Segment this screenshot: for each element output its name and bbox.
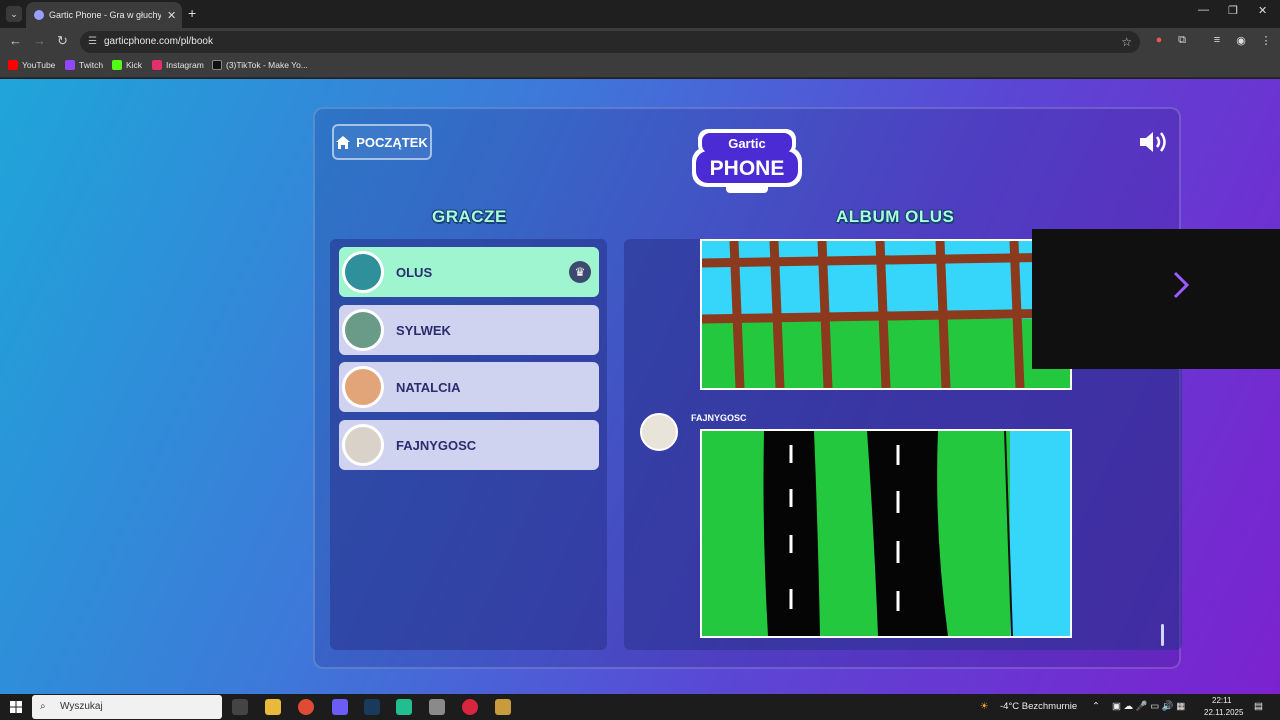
instagram-icon bbox=[152, 60, 162, 70]
youtube-icon bbox=[8, 60, 18, 70]
back-icon[interactable]: ← bbox=[9, 33, 22, 48]
tray-overflow-icon[interactable]: ⌃ bbox=[1092, 701, 1100, 712]
site-info-icon[interactable]: ☰ bbox=[88, 31, 97, 53]
bookmark-tiktok[interactable]: (3)TikTok - Make Yo... bbox=[212, 60, 308, 70]
app-icon[interactable] bbox=[396, 699, 412, 715]
clock-date[interactable]: 22.11.2025 bbox=[1204, 708, 1243, 717]
album-drawing-fence bbox=[700, 239, 1072, 390]
task-view-icon[interactable] bbox=[232, 699, 248, 715]
webcam-overlay bbox=[1032, 229, 1280, 369]
chrome-icon[interactable] bbox=[298, 699, 314, 715]
home-button[interactable]: POCZĄTEK bbox=[332, 124, 432, 160]
address-bar[interactable]: ☰ garticphone.com/pl/book ☆ bbox=[80, 31, 1140, 53]
menu-dots-icon[interactable]: ⋮ bbox=[1259, 34, 1273, 48]
tab-title: Gartic Phone - Gra w głuchy te bbox=[49, 10, 161, 20]
album-drawing-roads bbox=[700, 429, 1072, 638]
bookmark-youtube[interactable]: YouTube bbox=[8, 60, 55, 70]
profile-icon[interactable]: ◉ bbox=[1234, 34, 1248, 48]
next-chevron-icon[interactable] bbox=[1172, 270, 1190, 300]
player-name: NATALCIA bbox=[396, 379, 461, 395]
search-placeholder: Wyszukaj bbox=[60, 701, 103, 712]
player-name: SYLWEK bbox=[396, 322, 451, 338]
close-window-icon[interactable]: ✕ bbox=[1258, 4, 1267, 17]
twitch-icon bbox=[65, 60, 75, 70]
player-card-fajnygosc[interactable]: FAJNYGOSC bbox=[339, 420, 599, 470]
discord-icon[interactable] bbox=[332, 699, 348, 715]
kick-icon bbox=[112, 60, 122, 70]
restore-icon[interactable]: ❐ bbox=[1228, 4, 1238, 17]
tab-strip: ⌄ Gartic Phone - Gra w głuchy te ✕ + — ❐… bbox=[0, 0, 1280, 28]
taskbar-search[interactable]: ⌕ Wyszukaj bbox=[32, 695, 222, 719]
sound-icon[interactable] bbox=[1138, 129, 1170, 155]
avatar bbox=[342, 424, 384, 466]
windows-taskbar: ⌕ Wyszukaj ☀ -4°C Bezchmurnie ⌃ ▣ ☁ 🎤 ▭ … bbox=[0, 694, 1280, 720]
tiktok-icon bbox=[212, 60, 222, 70]
clock-time[interactable]: 22:11 bbox=[1212, 696, 1231, 705]
crown-icon: ♛ bbox=[569, 261, 591, 283]
logo-bottom-text: PHONE bbox=[710, 157, 785, 180]
reload-icon[interactable]: ↻ bbox=[57, 33, 68, 49]
bookmark-star-icon[interactable]: ☆ bbox=[1121, 31, 1132, 53]
album-heading: ALBUM OLUS bbox=[836, 207, 955, 226]
search-icon: ⌕ bbox=[40, 701, 46, 712]
bookmark-kick[interactable]: Kick bbox=[112, 60, 142, 70]
tab-favicon-icon bbox=[34, 10, 44, 20]
album-scrollbar[interactable] bbox=[1161, 624, 1164, 646]
new-tab-button[interactable]: + bbox=[188, 5, 196, 21]
browser-toolbar: ← → ↻ ☰ garticphone.com/pl/book ☆ ● ⧉ ≡ … bbox=[0, 28, 1280, 56]
player-card-olus[interactable]: OLUS ♛ bbox=[339, 247, 599, 297]
forward-icon[interactable]: → bbox=[33, 33, 46, 48]
weather-text[interactable]: -4°C Bezchmurnie bbox=[1000, 701, 1077, 712]
player-name: FAJNYGOSC bbox=[396, 437, 477, 453]
avatar bbox=[342, 309, 384, 351]
home-label: POCZĄTEK bbox=[356, 134, 428, 150]
url-text: garticphone.com/pl/book bbox=[104, 36, 213, 47]
tab-search-button[interactable]: ⌄ bbox=[6, 6, 22, 22]
notifications-icon[interactable]: ▤ bbox=[1254, 701, 1263, 712]
players-panel: OLUS ♛ SYLWEK NATALCIA FAJNYGOSC bbox=[330, 239, 607, 650]
app-icon[interactable] bbox=[462, 699, 478, 715]
game-page: POCZĄTEK Gartic PHONE GRACZE ALBUM OLUS … bbox=[0, 79, 1280, 694]
player-name: OLUS bbox=[396, 264, 433, 280]
windows-start-icon[interactable] bbox=[10, 701, 22, 713]
avatar bbox=[342, 366, 384, 408]
paint-icon[interactable] bbox=[429, 699, 445, 715]
tray-icons[interactable]: ▣ ☁ 🎤 ▭ 🔊 ▦ bbox=[1112, 701, 1185, 712]
weather-icon: ☀ bbox=[980, 701, 989, 712]
drawing-author: FAJNYGOSC bbox=[691, 413, 747, 423]
file-explorer-icon[interactable] bbox=[265, 699, 281, 715]
author-avatar bbox=[640, 413, 678, 451]
avatar bbox=[342, 251, 384, 293]
bookmark-twitch[interactable]: Twitch bbox=[65, 60, 103, 70]
logo-top-text: Gartic bbox=[728, 136, 766, 151]
game-launcher-icon[interactable] bbox=[495, 699, 511, 715]
extension-icon[interactable]: ● bbox=[1152, 34, 1166, 48]
player-card-sylwek[interactable]: SYLWEK bbox=[339, 305, 599, 355]
bookmark-instagram[interactable]: Instagram bbox=[152, 60, 204, 70]
close-tab-icon[interactable]: ✕ bbox=[167, 9, 176, 22]
media-control-icon[interactable]: ≡ bbox=[1210, 34, 1224, 48]
minimize-icon[interactable]: — bbox=[1198, 4, 1209, 16]
player-card-natalcia[interactable]: NATALCIA bbox=[339, 362, 599, 412]
gartic-phone-logo: Gartic PHONE bbox=[692, 129, 802, 193]
steam-icon[interactable] bbox=[364, 699, 380, 715]
players-heading: GRACZE bbox=[432, 207, 507, 226]
extensions-puzzle-icon[interactable]: ⧉ bbox=[1175, 34, 1189, 48]
bookmarks-bar: YouTube Twitch Kick Instagram (3)TikTok … bbox=[0, 56, 1280, 78]
active-tab[interactable]: Gartic Phone - Gra w głuchy te ✕ bbox=[26, 2, 182, 28]
home-icon bbox=[336, 135, 351, 149]
